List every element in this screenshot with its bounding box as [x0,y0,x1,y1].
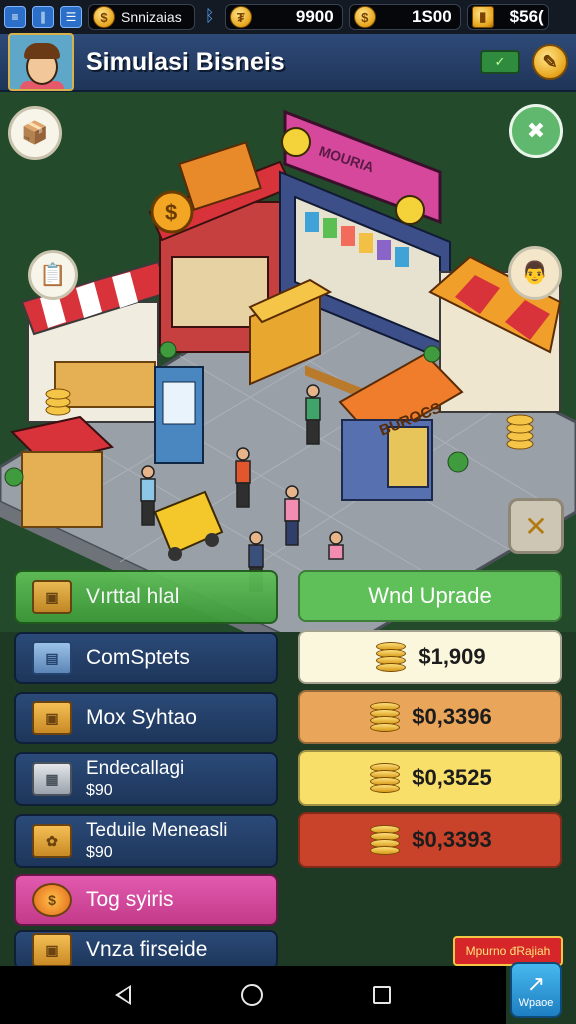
list-icon[interactable]: ☰ [60,6,82,28]
coin-stack-icon [374,642,408,672]
menu-item-label: ComSptets [86,646,190,669]
player-avatar[interactable] [8,33,74,91]
menu-item-components[interactable]: ▤ ComSptets [14,632,278,684]
build-tool-icon[interactable]: ✖ [509,104,563,158]
blueprint-box-icon: ▤ [32,641,72,675]
menu-item-tog-syiris[interactable]: $ Tog syiris [14,874,278,926]
currency-pill-3: ▮ $56( [466,4,549,30]
price-label: $0,3393 [412,827,492,852]
home-icon[interactable] [241,984,263,1006]
status-bar: ≡ ∥ ☰ $ Snnizaias ᛒ ₮ 9900 $ 1S00 ▮ $56( [0,0,576,34]
settings-gear-icon[interactable]: ✎ [532,44,568,80]
menu-item-label: Endecallagi [86,758,185,780]
currency-pill-1: ₮ 9900 [224,4,343,30]
plant-box-icon: ✿ [32,824,72,858]
box-icon: ▣ [32,580,72,614]
box-icon: ▣ [32,933,72,967]
menu-item-label: Mox Syhtao [86,706,197,729]
coin-stack-icon [368,702,402,732]
upload-label: Wpaoe [518,997,554,1009]
menu-item-price: $90 [86,781,113,799]
svg-text:$: $ [165,200,177,225]
price-button-4[interactable]: $0,3393 [298,812,562,868]
back-icon[interactable] [115,985,131,1005]
inventory-box-icon[interactable]: 📦 [8,106,62,160]
menu-item-label: Vnza firseide [86,938,208,961]
upload-button[interactable]: ↗ Wpaoe [510,962,562,1018]
game-name: Snnizaias [121,9,182,25]
price-label: $0,3525 [412,765,492,790]
price-label: $0,3396 [412,704,492,729]
currency-value-3: $56( [509,7,544,26]
coin-icon: $ [32,883,72,917]
menu-item-label: Tog syiris [86,888,174,911]
register-icon: ▦ [32,762,72,796]
currency-pill-2: $ 1S00 [348,4,461,30]
menu-item-stock[interactable]: ▣ Mox Syhtao [14,692,278,744]
bluetooth-icon: ᛒ [204,8,215,25]
toggle-switch[interactable]: ✓ [480,50,520,74]
recent-apps-icon[interactable] [373,986,391,1004]
game-scene[interactable]: $ MOURIA BUROCS 📦 ✖ 📋 👨 ✕ [0,92,576,632]
page-title: Simulasi Bisneis [86,47,285,76]
price-button-2[interactable]: $0,3396 [298,690,562,744]
coin-stack-icon [368,763,402,793]
coin-icon: $ [93,6,115,28]
title-bar: Simulasi Bisneis ✓ ✎ [0,33,576,92]
price-label: $1,909 [418,644,486,669]
clipboard-icon[interactable]: 📋 [28,250,78,300]
menu-item-label: Teduile Meneasli [86,820,228,842]
upgrade-button[interactable]: Wnd Uprade [298,570,562,622]
system-nav-bar [0,966,506,1024]
price-button-3[interactable]: $0,3525 [298,750,562,806]
game-name-pill: $ Snnizaias [88,4,195,30]
box-icon: ▣ [32,701,72,735]
arrow-up-right-icon: ↗ [526,971,546,996]
staff-avatar-icon[interactable]: 👨 [508,246,562,300]
card-icon: ▮ [471,6,494,28]
pause-icon[interactable]: ∥ [32,6,54,28]
coin-stack-icon [368,825,402,855]
menu-item-label: Vırttal hlal [86,585,180,608]
menu-item-teduile[interactable]: ✿ Teduile Meneasli $90 [14,814,278,868]
menu-item-price: $90 [86,843,113,861]
price-button-1[interactable]: $1,909 [298,630,562,684]
menu-item-vnza[interactable]: ▣ Vnza firseide [14,930,278,970]
menu-icon[interactable]: ≡ [4,6,26,28]
coin-icon: $ [353,6,376,28]
menu-item-endecallagi[interactable]: ▦ Endecallagi $90 [14,752,278,806]
isometric-floor: $ [0,109,576,632]
currency-value-2: 1S00 [412,7,452,26]
upgrade-label: Wnd Uprade [368,583,492,608]
menu-item-virtual[interactable]: ▣ Vırttal hlal [14,570,278,624]
coin-icon: ₮ [229,6,252,28]
tools-icon[interactable]: ✕ [508,498,564,554]
currency-value-1: 9900 [295,7,334,26]
